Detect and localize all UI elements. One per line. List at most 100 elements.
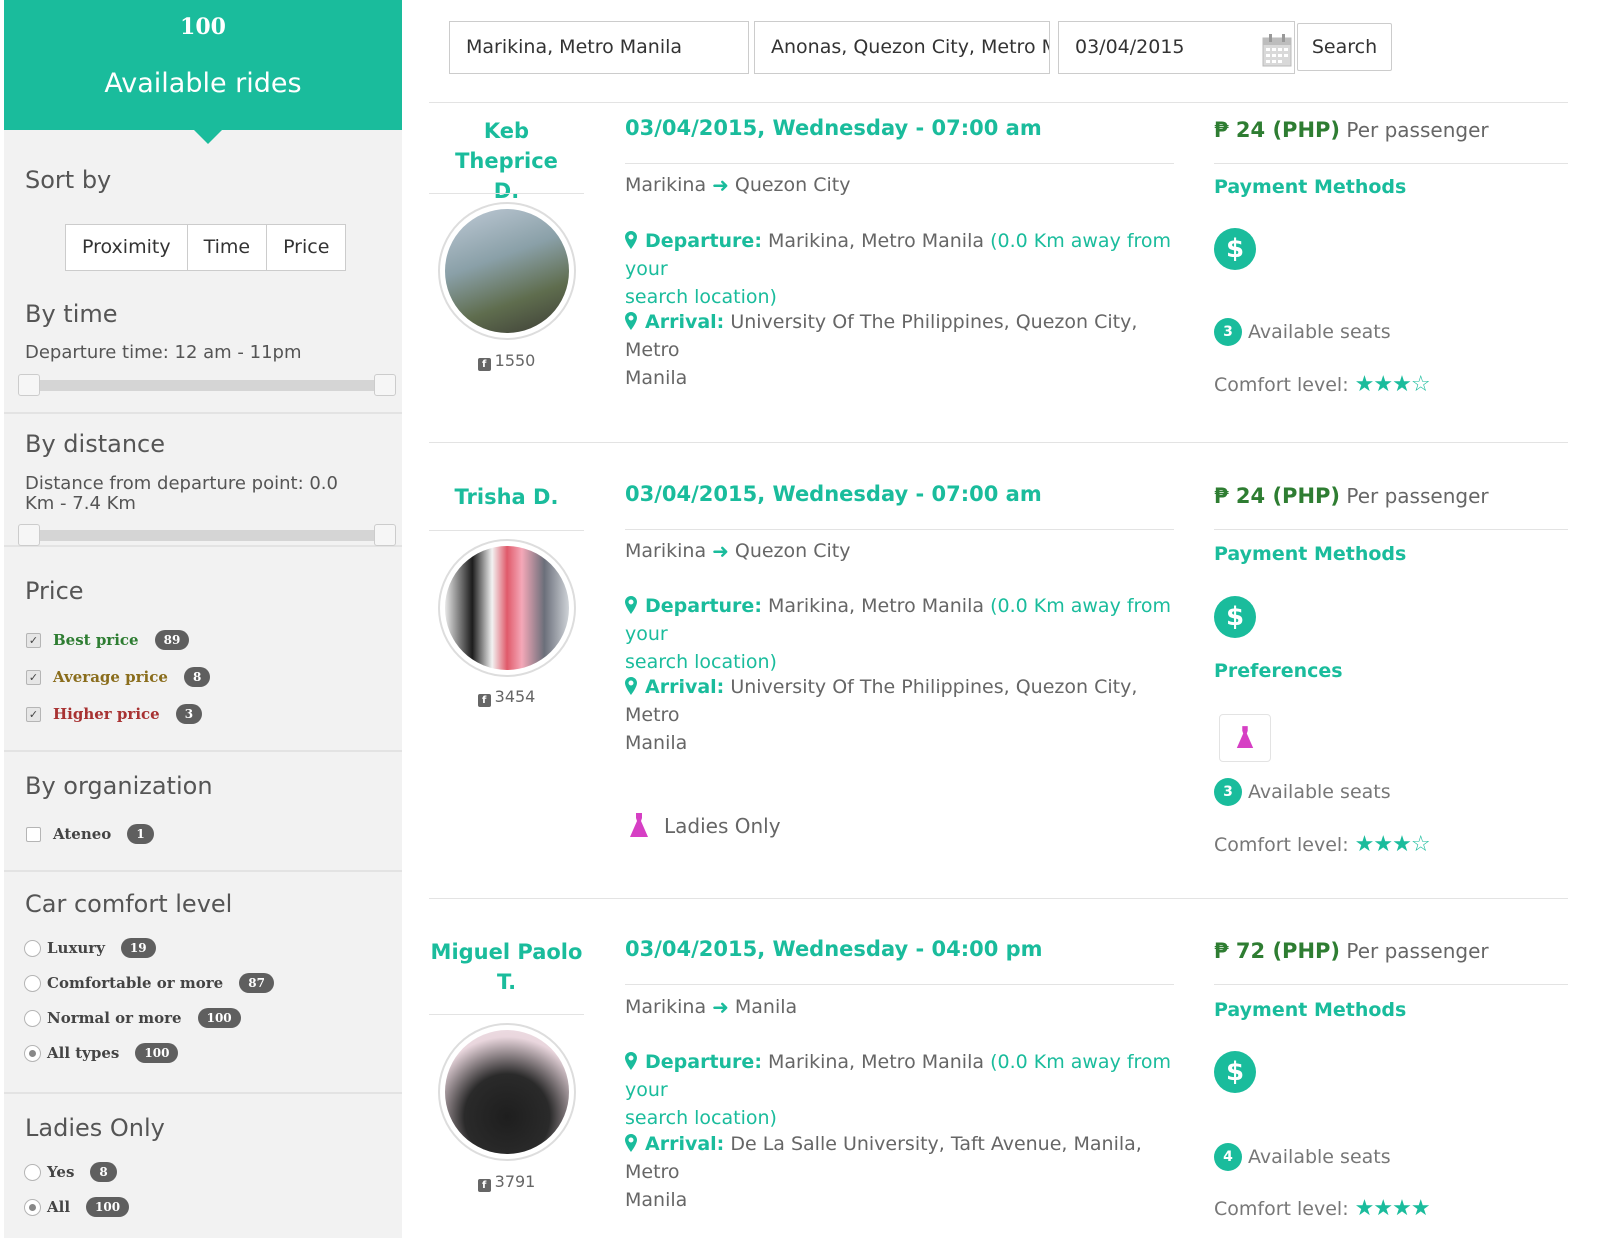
dollar-icon: $ bbox=[1214, 228, 1256, 270]
dress-icon bbox=[630, 813, 648, 837]
arrow-right-icon: ➜ bbox=[712, 995, 729, 1019]
count-badge: 1 bbox=[127, 824, 154, 844]
radio-icon[interactable] bbox=[24, 1163, 41, 1181]
ride-date[interactable]: 03/04/2015, Wednesday - 04:00 pm bbox=[625, 937, 1043, 961]
facebook-icon: f bbox=[477, 358, 491, 371]
filter-comfort-all[interactable]: All types 100 bbox=[24, 1041, 179, 1065]
count-badge: 8 bbox=[183, 667, 211, 687]
seats-label: Available seats bbox=[1248, 1146, 1391, 1168]
driver-name[interactable]: Trisha D. bbox=[429, 482, 584, 512]
filter-comfort-comfortable[interactable]: Comfortable or more 87 bbox=[24, 971, 274, 995]
divider bbox=[625, 529, 1174, 530]
option-label: Yes bbox=[47, 1163, 75, 1181]
star-icon: ★★★☆ bbox=[1354, 372, 1431, 397]
departure-info: Departure: Marikina, Metro Manila (0.0 K… bbox=[625, 592, 1180, 676]
price-suffix: Per passenger bbox=[1346, 484, 1489, 508]
filter-higher-price[interactable]: ✓ Higher price 3 bbox=[26, 702, 203, 726]
option-label: Comfortable or more bbox=[47, 974, 224, 992]
filter-comfort-luxury[interactable]: Luxury 19 bbox=[24, 936, 156, 960]
ride-date[interactable]: 03/04/2015, Wednesday - 07:00 am bbox=[625, 116, 1042, 140]
price-suffix: Per passenger bbox=[1346, 939, 1489, 963]
slider-handle-min[interactable] bbox=[18, 374, 40, 396]
route-from: Marikina bbox=[625, 174, 707, 196]
ladies-only-label: Ladies Only bbox=[664, 814, 781, 838]
facebook-friends: f 1550 bbox=[429, 351, 584, 371]
comfort-level: Comfort level: ★★★★ bbox=[1214, 1196, 1431, 1221]
ladies-only-tag: Ladies Only bbox=[628, 813, 781, 839]
ride-date[interactable]: 03/04/2015, Wednesday - 07:00 am bbox=[625, 482, 1042, 506]
route-to: Quezon City bbox=[734, 540, 851, 562]
option-label: Higher price bbox=[53, 705, 160, 723]
option-label: Luxury bbox=[47, 939, 105, 957]
payment-methods-title: Payment Methods bbox=[1214, 543, 1407, 565]
checkbox-checked-icon[interactable]: ✓ bbox=[26, 632, 41, 648]
star-icon: ★★★★ bbox=[1354, 1196, 1431, 1221]
departure-value: Marikina, Metro Manila bbox=[767, 1051, 985, 1073]
driver-avatar[interactable] bbox=[438, 202, 576, 340]
sort-price-button[interactable]: Price bbox=[267, 225, 345, 270]
arrival-info: Arrival: De La Salle University, Taft Av… bbox=[625, 1130, 1180, 1214]
radio-icon[interactable] bbox=[24, 939, 41, 957]
filter-ladies-all[interactable]: All 100 bbox=[24, 1195, 130, 1219]
ride-price: ₱ 24 (PHP) Per passenger bbox=[1214, 118, 1489, 142]
distance-note-cont: search location) bbox=[625, 651, 777, 673]
driver-avatar[interactable] bbox=[438, 539, 576, 677]
date-input[interactable]: 03/04/2015 bbox=[1058, 21, 1295, 74]
facebook-friends: f 3791 bbox=[429, 1172, 584, 1192]
caret-down-icon bbox=[194, 130, 222, 144]
row-divider bbox=[429, 442, 1568, 443]
filter-best-price[interactable]: ✓ Best price 89 bbox=[26, 628, 190, 652]
avatar-photo bbox=[445, 546, 569, 670]
option-label: Ateneo bbox=[53, 825, 112, 843]
calendar-icon[interactable] bbox=[1262, 33, 1292, 67]
distance-range-slider[interactable] bbox=[18, 524, 396, 546]
dollar-icon: $ bbox=[1214, 596, 1256, 638]
radio-icon[interactable] bbox=[24, 1009, 41, 1027]
available-seats: 4 Available seats bbox=[1214, 1143, 1391, 1171]
avatar-photo bbox=[445, 1030, 569, 1154]
filter-sidebar: 100 Available rides Sort by Proximity Ti… bbox=[4, 0, 402, 1238]
filter-org-ateneo[interactable]: Ateneo 1 bbox=[26, 822, 154, 846]
map-pin-icon bbox=[625, 1052, 637, 1070]
facebook-icon: f bbox=[477, 694, 491, 707]
search-button[interactable]: Search bbox=[1297, 23, 1392, 71]
departure-label: Departure: bbox=[645, 230, 762, 252]
departure-info: Departure: Marikina, Metro Manila (0.0 K… bbox=[625, 227, 1180, 311]
filter-comfort-normal[interactable]: Normal or more 100 bbox=[24, 1006, 241, 1030]
arrival-info: Arrival: University Of The Philippines, … bbox=[625, 308, 1180, 392]
checkbox-icon[interactable] bbox=[26, 826, 41, 842]
available-seats: 3 Available seats bbox=[1214, 778, 1391, 806]
preference-ladies-only bbox=[1219, 714, 1271, 762]
from-input[interactable]: Marikina, Metro Manila bbox=[449, 21, 749, 74]
radio-selected-icon[interactable] bbox=[24, 1044, 41, 1062]
slider-handle-max[interactable] bbox=[374, 524, 396, 546]
slider-handle-max[interactable] bbox=[374, 374, 396, 396]
sort-proximity-button[interactable]: Proximity bbox=[66, 225, 188, 270]
seats-label: Available seats bbox=[1248, 321, 1391, 343]
departure-value: Marikina, Metro Manila bbox=[767, 595, 985, 617]
star-icon: ★★★☆ bbox=[1354, 832, 1431, 857]
radio-icon[interactable] bbox=[24, 974, 41, 992]
price-title: Price bbox=[25, 577, 84, 605]
sort-time-button[interactable]: Time bbox=[188, 225, 268, 270]
filter-ladies-yes[interactable]: Yes 8 bbox=[24, 1160, 117, 1184]
to-input[interactable]: Anonas, Quezon City, Metro Manila bbox=[754, 21, 1050, 74]
checkbox-checked-icon[interactable]: ✓ bbox=[26, 706, 41, 722]
radio-selected-icon[interactable] bbox=[24, 1198, 41, 1216]
count-badge: 100 bbox=[197, 1008, 241, 1028]
count-badge: 89 bbox=[154, 630, 190, 650]
slider-handle-min[interactable] bbox=[18, 524, 40, 546]
driver-avatar[interactable] bbox=[438, 1023, 576, 1161]
time-range-slider[interactable] bbox=[18, 374, 396, 396]
driver-name-line1: Miguel Paolo bbox=[430, 940, 583, 964]
option-label: All types bbox=[47, 1044, 120, 1062]
arrival-label: Arrival: bbox=[645, 311, 725, 333]
driver-name[interactable]: Miguel Paolo T. bbox=[429, 937, 584, 997]
filter-average-price[interactable]: ✓ Average price 8 bbox=[26, 665, 211, 689]
divider bbox=[625, 984, 1174, 985]
organization-section: By organization bbox=[4, 752, 402, 872]
slider-track bbox=[28, 530, 386, 541]
checkbox-checked-icon[interactable]: ✓ bbox=[26, 669, 41, 685]
divider bbox=[1214, 163, 1568, 164]
by-organization-title: By organization bbox=[25, 772, 213, 800]
